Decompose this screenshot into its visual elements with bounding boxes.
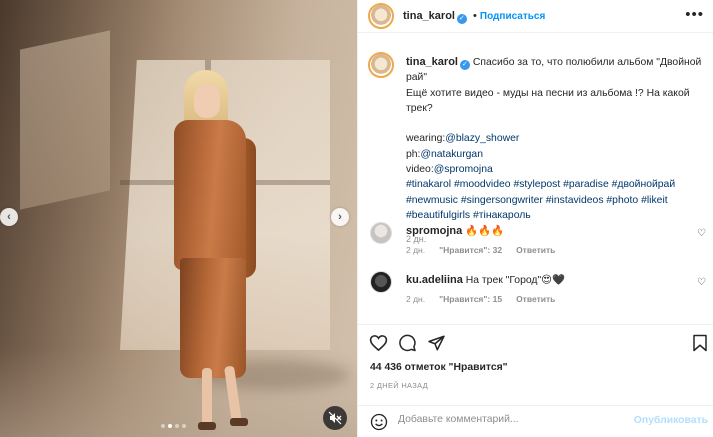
leg: [202, 368, 212, 426]
comment-likes[interactable]: "Нравится": 32: [439, 245, 502, 255]
comment-meta: 2 дн. "Нравится": 15 Ответить: [406, 294, 555, 304]
verified-badge-icon: ✓: [459, 60, 470, 70]
follow-button[interactable]: Подписаться: [480, 11, 545, 22]
speaker-muted-icon: [328, 411, 342, 425]
mute-button[interactable]: [323, 406, 347, 430]
carousel-dot: [168, 424, 172, 428]
leather-shirt: [174, 120, 246, 270]
heart-icon[interactable]: ♡: [697, 228, 706, 239]
heart-icon[interactable]: ♡: [697, 277, 706, 288]
comment-icon[interactable]: [398, 334, 417, 352]
caption-avatar[interactable]: [368, 52, 394, 78]
caption-ph-prefix: ph:: [406, 148, 421, 160]
caption-text: Ещё хотите видео - муды на песни из альб…: [406, 87, 690, 114]
post-media[interactable]: ‹ ›: [0, 0, 357, 437]
caption-video-prefix: video:: [406, 164, 434, 176]
mention-link[interactable]: @spromojna: [434, 164, 493, 175]
mention-link[interactable]: @natakurgan: [420, 149, 483, 160]
shoe: [198, 422, 216, 430]
send-icon[interactable]: [427, 334, 446, 352]
comment-time[interactable]: 2 дн.: [406, 245, 425, 255]
comment-input[interactable]: [398, 414, 628, 425]
comment-avatar[interactable]: [370, 271, 392, 293]
carousel-dot: [182, 424, 186, 428]
light-patch-left: [20, 30, 110, 210]
username[interactable]: tina_karol: [403, 10, 455, 22]
carousel-dot: [161, 424, 165, 428]
smiley-icon[interactable]: [370, 413, 388, 431]
comment-text: 🔥🔥🔥: [465, 226, 504, 237]
publish-button[interactable]: Опубликовать: [634, 415, 708, 426]
more-options-button[interactable]: •••: [685, 6, 704, 23]
comment-text: На трек "Город"😍🖤: [465, 275, 565, 286]
heart-icon[interactable]: [369, 334, 388, 352]
reply-button[interactable]: Ответить: [516, 245, 555, 255]
comment-username[interactable]: spromojna: [406, 225, 462, 237]
comment-item: spromojna 🔥🔥🔥 2 дн. "Нравится": 32 Ответ…: [370, 220, 710, 270]
face: [194, 84, 220, 118]
prev-slide-button[interactable]: ‹: [0, 208, 18, 226]
comment-username[interactable]: ku.adeliina: [406, 274, 463, 286]
hashtags[interactable]: #tinakarol #moodvideo #stylepost #paradi…: [406, 179, 675, 221]
person-figure: [150, 68, 270, 430]
comment-body: ku.adeliina На трек "Город"😍🖤: [406, 273, 565, 288]
action-bar: [358, 324, 713, 362]
comment-meta: 2 дн. "Нравится": 32 Ответить: [406, 245, 555, 255]
post-date[interactable]: 2 ДНЕЙ НАЗАД: [370, 381, 428, 390]
comment-likes[interactable]: "Нравится": 15: [439, 294, 502, 304]
reply-button[interactable]: Ответить: [516, 294, 555, 304]
shoe: [230, 418, 248, 426]
avatar[interactable]: [368, 3, 394, 29]
post-header: tina_karol ✓ • Подписаться •••: [358, 0, 713, 33]
verified-badge-icon: ✓: [456, 14, 467, 24]
comment-body: spromojna 🔥🔥🔥: [406, 224, 504, 239]
post-side-panel: tina_karol ✓ • Подписаться ••• tina_karol ✓…: [357, 0, 713, 437]
comment-time[interactable]: 2 дн.: [406, 294, 425, 304]
post-caption: tina_karol ✓ Спасибо за то, что полюбили …: [406, 55, 706, 248]
comment-avatar[interactable]: [370, 222, 392, 244]
separator-dot: •: [473, 10, 477, 22]
likes-count[interactable]: 44 436 отметок "Нравится": [370, 362, 508, 373]
leather-skirt: [180, 258, 246, 378]
comment-item: ku.adeliina На трек "Город"😍🖤 2 дн. "Нра…: [370, 269, 710, 319]
bookmark-icon[interactable]: [692, 334, 708, 352]
add-comment-bar: Опубликовать: [358, 405, 713, 437]
mention-link[interactable]: @blazy_shower: [445, 133, 519, 144]
caption-wearing-prefix: wearing:: [406, 133, 446, 145]
header-user-line: tina_karol ✓ • Подписаться: [403, 10, 545, 24]
carousel-dot: [175, 424, 179, 428]
caption-username[interactable]: tina_karol: [406, 56, 458, 68]
carousel-indicator: [161, 424, 186, 428]
next-slide-button[interactable]: ›: [331, 208, 349, 226]
